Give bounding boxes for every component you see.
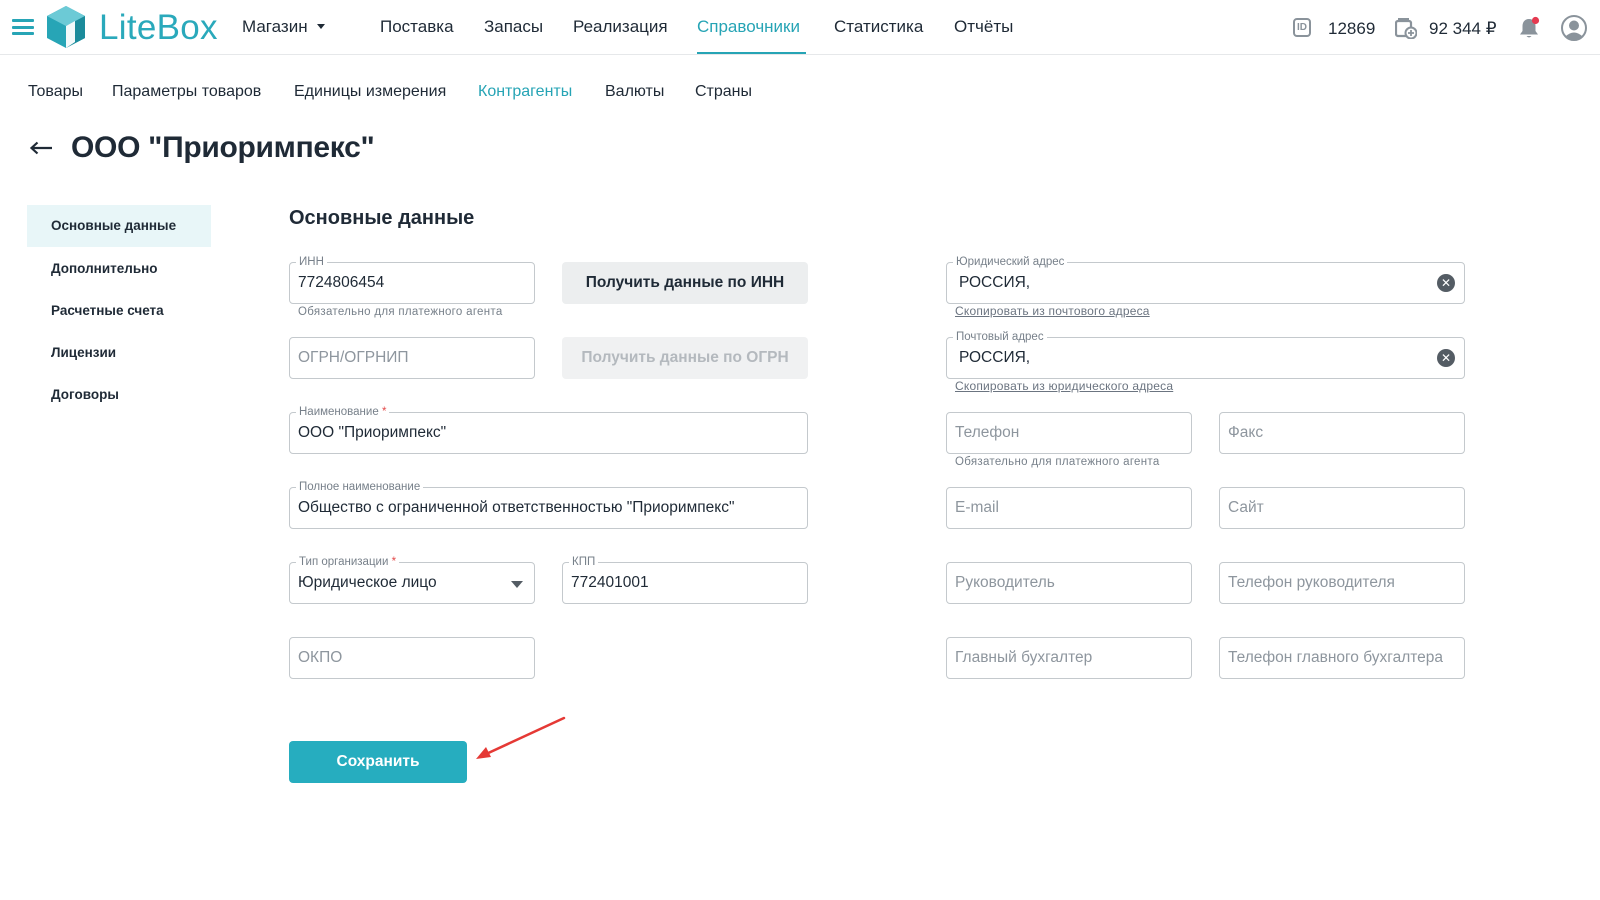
okpo-input[interactable]	[298, 638, 502, 678]
page-title: ООО "Приоримпекс"	[71, 131, 375, 164]
fax-input[interactable]	[1228, 413, 1456, 453]
sidebar-item-main-data[interactable]: Основные данные	[27, 205, 211, 247]
accountant-input[interactable]	[955, 638, 1183, 678]
phone-helper-text: Обязательно для платежного агента	[955, 456, 1160, 468]
wallet-icon[interactable]	[1395, 17, 1417, 39]
kpp-field: КПП	[562, 555, 808, 604]
store-selector-label: Магазин	[242, 17, 308, 36]
accountant-phone-input[interactable]	[1228, 638, 1456, 678]
balance-value: 92 344 ₽	[1429, 19, 1497, 38]
nav-item-stock[interactable]: Запасы	[484, 17, 543, 37]
org-type-value[interactable]	[298, 563, 502, 603]
full-name-field: Полное наименование	[289, 480, 808, 529]
sidebar-item-bank-accounts[interactable]: Расчетные счета	[27, 290, 211, 332]
ogrn-field	[289, 337, 535, 379]
site-input[interactable]	[1228, 488, 1456, 528]
okpo-field	[289, 637, 535, 679]
top-bar: LiteBox Магазин Поставка Запасы Реализац…	[0, 0, 1600, 55]
full-name-input[interactable]	[298, 488, 799, 528]
subnav-item-countries[interactable]: Страны	[695, 83, 752, 101]
menu-icon[interactable]	[12, 19, 34, 35]
sidebar-item-contracts[interactable]: Договоры	[27, 374, 211, 416]
accountant-field	[946, 637, 1192, 679]
subnav-item-goods[interactable]: Товары	[28, 83, 83, 101]
nav-item-directories[interactable]: Справочники	[697, 17, 800, 37]
org-type-select[interactable]: Тип организации *	[289, 555, 535, 604]
logo-text[interactable]: LiteBox	[99, 8, 218, 48]
phone-input[interactable]	[955, 413, 1183, 453]
subnav-item-currencies[interactable]: Валюты	[605, 83, 664, 101]
get-by-ogrn-button[interactable]: Получить данные по ОГРН	[562, 337, 808, 379]
nav-item-statistics[interactable]: Статистика	[834, 17, 923, 37]
nav-item-sales[interactable]: Реализация	[573, 17, 668, 37]
ogrn-input[interactable]	[298, 338, 502, 378]
director-phone-input[interactable]	[1228, 563, 1456, 603]
subnav-item-goods-params[interactable]: Параметры товаров	[112, 83, 261, 101]
name-input[interactable]	[298, 413, 799, 453]
director-field	[946, 562, 1192, 604]
chevron-down-icon[interactable]	[511, 581, 523, 588]
store-selector[interactable]: Магазин	[242, 17, 325, 37]
copy-from-postal-link[interactable]: Скопировать из почтового адреса	[955, 304, 1150, 318]
user-avatar-icon[interactable]	[1561, 15, 1587, 41]
inn-helper-text: Обязательно для платежного агента	[298, 306, 503, 318]
legal-address-field: Юридический адрес ✕	[946, 255, 1465, 304]
subnav-item-units[interactable]: Единицы измерения	[294, 83, 446, 101]
get-by-inn-button[interactable]: Получить данные по ИНН	[562, 262, 808, 304]
save-button[interactable]: Сохранить	[289, 741, 467, 783]
email-input[interactable]	[955, 488, 1183, 528]
nav-item-supply[interactable]: Поставка	[380, 17, 454, 37]
clear-icon[interactable]: ✕	[1437, 349, 1455, 367]
inn-input[interactable]	[298, 263, 502, 303]
postal-address-field: Почтовый адрес ✕	[946, 330, 1465, 379]
active-nav-indicator	[697, 52, 806, 54]
inn-field: ИНН	[289, 255, 535, 304]
director-phone-field	[1219, 562, 1465, 604]
back-arrow-icon[interactable]	[29, 140, 53, 156]
accountant-phone-field	[1219, 637, 1465, 679]
site-field	[1219, 487, 1465, 529]
phone-field	[946, 412, 1192, 454]
chevron-down-icon	[316, 24, 325, 29]
email-field	[946, 487, 1192, 529]
litebox-logo-icon[interactable]	[45, 4, 87, 50]
section-title: Основные данные	[289, 207, 475, 229]
fax-field	[1219, 412, 1465, 454]
legal-address-input[interactable]	[959, 263, 1436, 303]
subnav-item-counterparties[interactable]: Контрагенты	[478, 83, 572, 101]
id-icon: ID	[1293, 18, 1311, 37]
annotation-arrow	[476, 716, 566, 759]
nav-item-reports[interactable]: Отчёты	[954, 17, 1013, 37]
sidebar-item-additional[interactable]: Дополнительно	[27, 248, 211, 290]
postal-address-input[interactable]	[959, 338, 1436, 378]
sidebar-item-licenses[interactable]: Лицензии	[27, 332, 211, 374]
copy-from-legal-link[interactable]: Скопировать из юридического адреса	[955, 379, 1173, 393]
clear-icon[interactable]: ✕	[1437, 274, 1455, 292]
name-field: Наименование *	[289, 405, 808, 454]
account-id: 12869	[1328, 19, 1376, 38]
director-input[interactable]	[955, 563, 1183, 603]
bell-icon[interactable]	[1518, 16, 1540, 40]
kpp-input[interactable]	[571, 563, 775, 603]
